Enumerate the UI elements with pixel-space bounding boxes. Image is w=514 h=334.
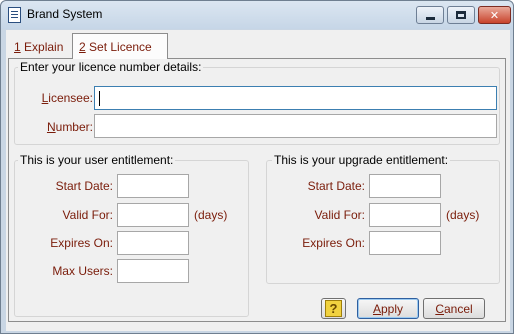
upgrade-valid-for-label: Valid For: [314,208,365,222]
cancel-button[interactable]: Cancel [423,298,485,319]
apply-button[interactable]: Apply [357,298,419,319]
tab-set-licence-label: Set Licence [85,40,152,54]
upgrade-valid-for-unit: (days) [446,208,480,222]
set-licence-panel: Enter your licence number details: Licen… [8,58,506,322]
upgrade-start-date-field[interactable] [369,174,441,198]
text-caret [99,91,100,106]
user-max-users-label: Max Users: [52,264,113,278]
help-icon: ? [325,300,342,317]
tab-set-licence-key: 2 [79,40,86,54]
minimize-icon [425,16,435,20]
maximize-icon [456,11,466,19]
user-max-users-field[interactable] [117,259,189,283]
upgrade-start-date-label: Start Date: [307,179,365,193]
dialog-client-area: 1 Explain Enter your licence number deta… [6,30,510,331]
number-input[interactable] [94,114,497,138]
brand-system-window: Brand System ✕ 1 Explain Enter your lice… [0,0,514,334]
help-button[interactable]: ? [321,298,346,319]
document-icon [8,7,21,23]
user-start-date-label: Start Date: [55,179,113,193]
user-valid-for-unit: (days) [194,208,228,222]
user-expires-on-field[interactable] [117,231,189,255]
number-label: Number: [46,120,93,134]
tab-explain[interactable]: 1 Explain [8,36,72,58]
close-button[interactable]: ✕ [478,6,511,24]
tab-explain-label: Explain [20,40,64,54]
licence-details-heading: Enter your licence number details: [18,60,204,74]
title-bar[interactable]: Brand System ✕ [1,1,513,29]
user-valid-for-field[interactable] [117,203,189,227]
close-icon: ✕ [489,9,500,22]
licensee-label: Licensee: [41,91,93,105]
upgrade-entitlement-heading: This is your upgrade entitlement: [272,153,451,167]
minimize-button[interactable] [416,6,444,24]
tab-explain-key: 1 [14,40,21,54]
upgrade-expires-on-label: Expires On: [302,236,365,250]
maximize-button[interactable] [447,6,475,24]
window-title: Brand System [27,7,103,21]
licensee-input[interactable] [94,86,497,110]
tab-set-licence[interactable]: 2 Set Licence [72,33,168,59]
upgrade-valid-for-field[interactable] [369,203,441,227]
user-entitlement-heading: This is your user entitlement: [18,153,176,167]
upgrade-expires-on-field[interactable] [369,231,441,255]
user-expires-on-label: Expires On: [50,236,113,250]
user-valid-for-label: Valid For: [62,208,113,222]
user-start-date-field[interactable] [117,174,189,198]
